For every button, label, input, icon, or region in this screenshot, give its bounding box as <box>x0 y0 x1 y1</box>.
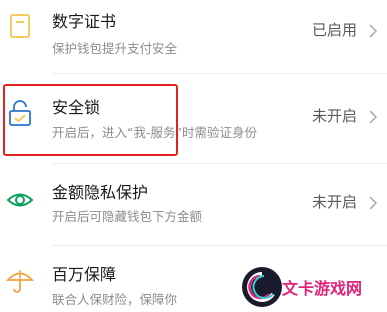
wallet-security-settings-list: 数字证书 保护钱包提升支付安全 已启用 安全锁 开启后，进入“我-服务”时需验证… <box>0 0 387 312</box>
settings-row-title: 金额隐私保护 <box>52 183 149 202</box>
certificate-icon <box>6 12 34 40</box>
settings-row-title: 数字证书 <box>52 12 117 31</box>
umbrella-icon <box>5 266 35 294</box>
chevron-right-icon <box>368 23 378 38</box>
status-label: 未开启 <box>311 107 357 125</box>
watermark-logo-icon <box>240 265 284 309</box>
eye-icon <box>6 186 34 214</box>
chevron-right-icon <box>368 195 378 210</box>
settings-row-subtitle: 联合人保财险，保障你 <box>52 292 178 307</box>
chevron-right-icon <box>368 109 378 124</box>
settings-row-subtitle: 保护钱包提升支付安全 <box>52 41 178 56</box>
status-label: 已启用 <box>311 21 357 39</box>
settings-row-amount-privacy[interactable]: 金额隐私保护 开启后可隐藏钱包下方金额 未开启 <box>0 164 387 242</box>
settings-row-digital-certificate[interactable]: 数字证书 保护钱包提升支付安全 已启用 <box>0 0 387 66</box>
highlight-annotation-box <box>3 84 178 156</box>
settings-row-title: 百万保障 <box>52 265 117 284</box>
settings-row-subtitle: 开启后可隐藏钱包下方金额 <box>52 209 203 224</box>
watermark: 文卡游戏网 <box>240 263 387 312</box>
status-label: 未开启 <box>311 193 357 211</box>
watermark-text: 文卡游戏网 <box>282 279 363 298</box>
